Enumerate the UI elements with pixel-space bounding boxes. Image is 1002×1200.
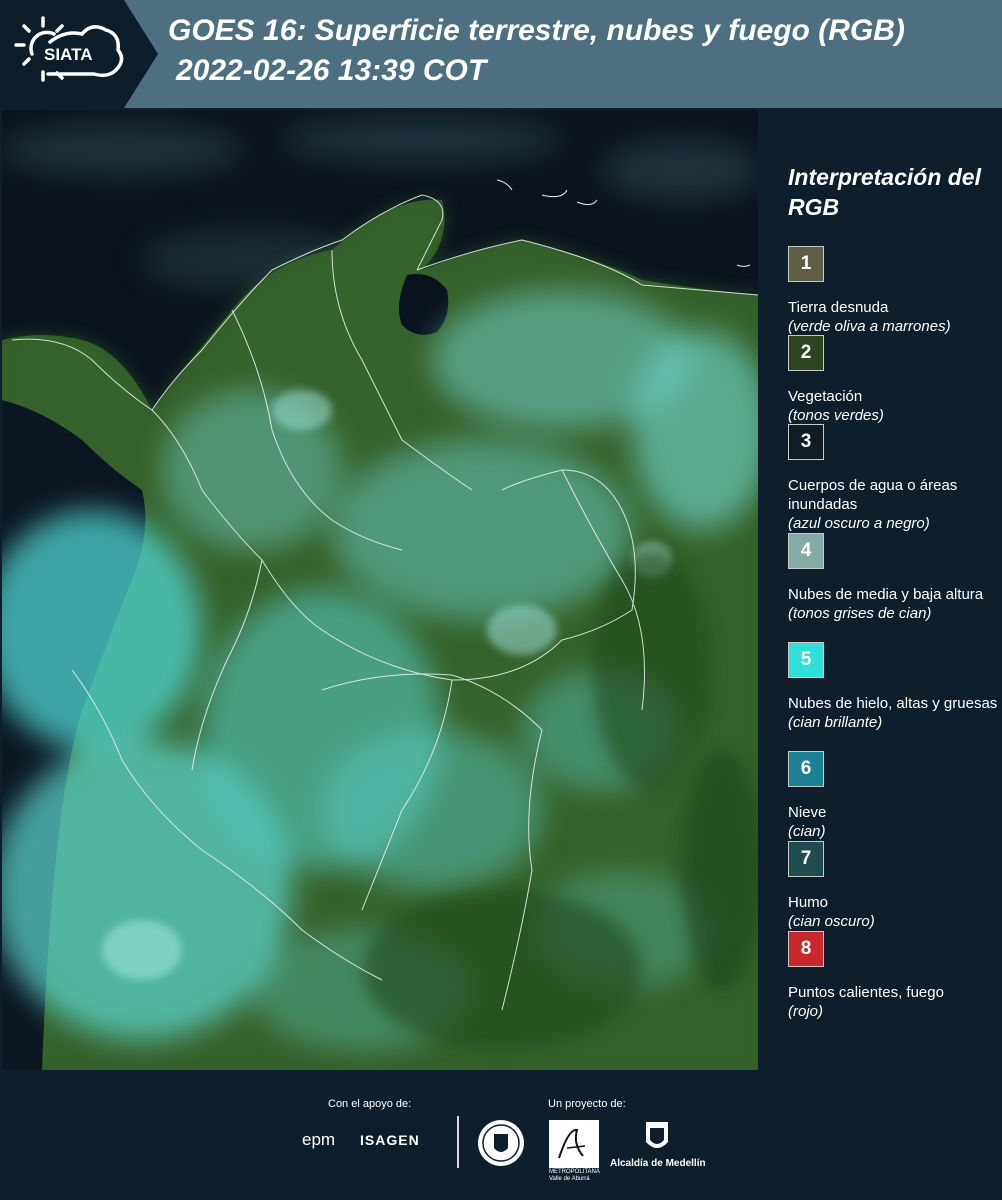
epm-logo: epm [302,1130,336,1149]
logo-text: SIATA [44,45,93,64]
legend-number-7: 7 [800,848,812,869]
legend-swatch-8: 8 [788,931,824,967]
legend-item-4: 4 Nubes de media y baja altura (tonos gr… [788,533,998,623]
support-label: Con el apoyo de: [328,1098,412,1110]
footer-divider [457,1116,459,1168]
legend-panel: Interpretación del RGB 1 Tierra desnuda … [760,110,1002,1070]
medellin-text: Alcaldía de Medellín [610,1158,706,1169]
legend-desc-7: (cian oscuro) [788,913,875,930]
area-logo-icon [549,1120,599,1168]
legend-name-8: Puntos calientes, fuego [788,984,944,1001]
legend-item-3: 3 Cuerpos de agua o áreas inundadas (azu… [788,424,998,533]
page-title: GOES 16: Superficie terrestre, nubes y f… [168,14,905,47]
legend-number-1: 1 [800,253,812,274]
legend-swatch-1: 1 [788,246,824,282]
area-text: METROPOLITANA Valle de Aburrá [549,1169,600,1182]
legend-swatch-7: 7 [788,841,824,877]
legend-name-4: Nubes de media y baja altura [788,586,984,603]
legend-name-3: Cuerpos de agua o áreas inundadas [788,477,958,513]
legend-name-2: Vegetación [788,388,863,405]
legend-desc-8: (rojo) [788,1003,824,1020]
legend-desc-4: (tonos grises de cian) [788,605,932,622]
legend-item-2: 2 Vegetación (tonos verdes) [788,335,998,425]
legend-item-6: 6 Nieve (cian) [788,751,998,841]
legend-name-1: Tierra desnuda [788,299,889,316]
legend-number-2: 2 [800,342,812,363]
legend-name-7: Humo [788,894,829,911]
legend-item-7: 7 Humo (cian oscuro) [788,841,998,931]
legend-number-4: 4 [800,540,812,561]
seal-icon [478,1120,524,1166]
legend-item-5: 5 Nubes de hielo, altas y gruesas (cian … [788,642,998,732]
satellite-image [2,110,758,1070]
project-label: Un proyecto de: [548,1098,626,1110]
shield-icon [646,1122,668,1148]
legend-name-6: Nieve [788,804,827,821]
legend-swatch-3: 3 [788,424,824,460]
legend-desc-6: (cian) [788,823,826,840]
legend-number-6: 6 [800,758,812,779]
legend-swatch-4: 4 [788,533,824,569]
legend-name-5: Nubes de hielo, altas y gruesas [788,695,998,712]
footer: Con el apoyo de: Un proyecto de: epm ISA… [0,1070,1002,1200]
legend-title: Interpretación del RGB [788,164,981,220]
legend-swatch-2: 2 [788,335,824,371]
legend-swatch-6: 6 [788,751,824,787]
legend-desc-3: (azul oscuro a negro) [788,515,930,532]
legend-number-5: 5 [800,649,812,670]
isagen-logo: ISAGEN [360,1132,420,1148]
legend-item-1: 1 Tierra desnuda (verde oliva a marrones… [788,246,998,336]
legend-desc-5: (cian brillante) [788,714,883,731]
legend-swatch-5: 5 [788,642,824,678]
legend-item-8: 8 Puntos calientes, fuego (rojo) [788,931,998,1021]
page-timestamp: 2022-02-26 13:39 COT [176,54,487,87]
legend-desc-2: (tonos verdes) [788,407,884,424]
header: SIATA GOES 16: Superficie terrestre, nub… [0,0,1002,108]
satellite-rgb-map [2,110,758,1070]
legend-number-3: 3 [800,431,812,452]
legend-number-8: 8 [800,938,812,959]
legend-desc-1: (verde oliva a marrones) [788,318,951,335]
